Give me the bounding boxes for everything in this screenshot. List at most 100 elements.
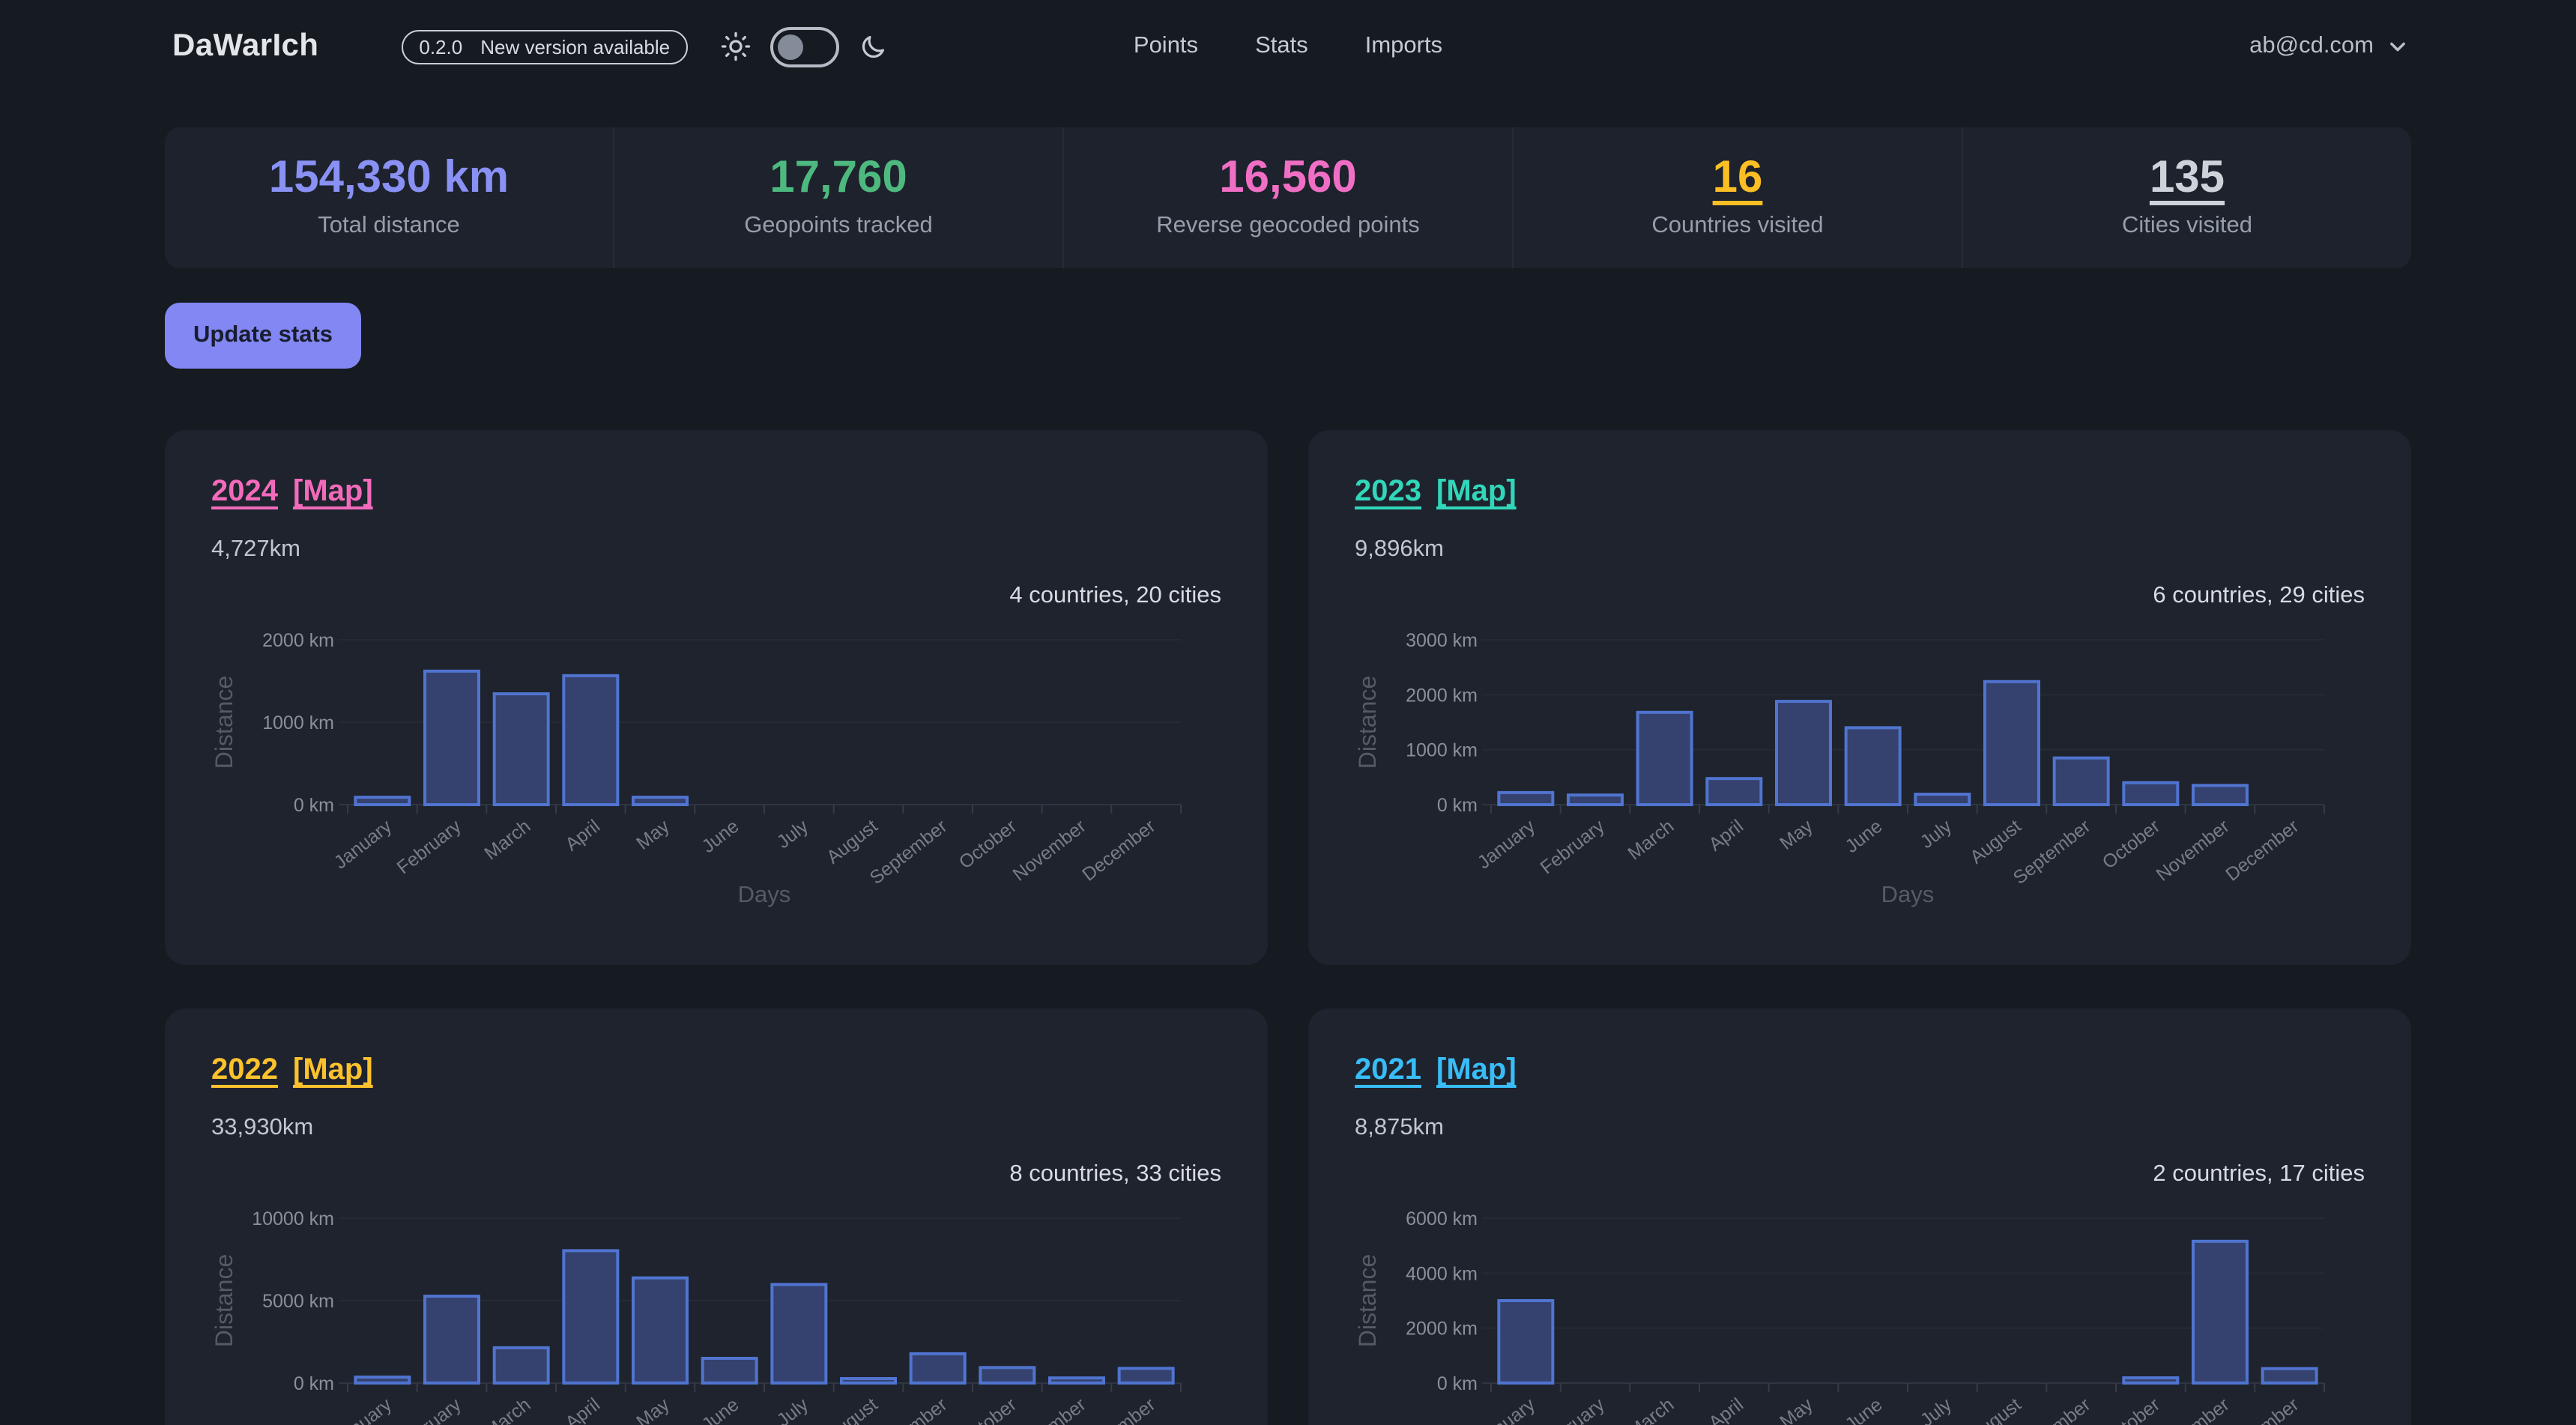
svg-text:Distance: Distance [1354, 1254, 1381, 1348]
stat-cities: 135 Cities visited [1962, 127, 2411, 268]
monthly-distance-chart-2022: 0 km 5000 km 10000 km JanuaryFebruary March A… [165, 1184, 1241, 1425]
year-link-2023[interactable]: 2023 [1355, 475, 1421, 509]
svg-text:Distance: Distance [1354, 676, 1381, 769]
year-cards-grid: 2024 [Map] 4,727km 4 countries, 20 citie… [165, 430, 2411, 1425]
svg-text:February: February [393, 1394, 465, 1425]
year-link-2024[interactable]: 2024 [211, 475, 278, 509]
svg-text:February: February [1537, 815, 1609, 878]
svg-text:March: March [480, 1394, 534, 1425]
svg-text:6000 km: 6000 km [1406, 1208, 1478, 1229]
account-menu[interactable]: ab@cd.com [2249, 33, 2408, 60]
svg-text:August: August [823, 1394, 882, 1425]
year-card-2022: 2022 [Map] 33,930km 8 countries, 33 citi… [165, 1008, 1268, 1425]
svg-text:Days: Days [738, 881, 791, 907]
year-card-2023: 2023 [Map] 9,896km 6 countries, 29 citie… [1308, 430, 2411, 965]
svg-text:October: October [2099, 1394, 2164, 1425]
svg-text:4000 km: 4000 km [1406, 1263, 1478, 1284]
nav-imports[interactable]: Imports [1365, 33, 1442, 60]
svg-text:0 km: 0 km [294, 1373, 334, 1394]
year-link-2022[interactable]: 2022 [211, 1053, 278, 1088]
svg-text:2000 km: 2000 km [1406, 685, 1478, 706]
svg-text:2000 km: 2000 km [262, 630, 334, 651]
svg-text:Days: Days [1881, 881, 1935, 907]
year-card-2024: 2024 [Map] 4,727km 4 countries, 20 citie… [165, 430, 1268, 965]
svg-text:March: March [1624, 816, 1678, 865]
theme-toggle[interactable] [770, 26, 839, 67]
svg-text:June: June [698, 1394, 743, 1425]
year-card-2021: 2021 [Map] 8,875km 2 countries, 17 citie… [1308, 1008, 2411, 1425]
year-card-title: 2023 [Map] [1355, 475, 1517, 509]
svg-text:August: August [1966, 816, 2025, 868]
year-card-title: 2021 [Map] [1355, 1053, 1517, 1088]
stat-countries-link[interactable]: 16 [1713, 156, 1763, 201]
nav-stats[interactable]: Stats [1255, 33, 1308, 60]
year-card-title: 2022 [Map] [211, 1053, 373, 1088]
top-bar: DaWarIch 0.2.0 New version available [0, 0, 2576, 93]
stat-geopoints: 17,760 Geopoints tracked [613, 127, 1062, 268]
chevron-down-icon [2387, 36, 2408, 57]
svg-text:Distance: Distance [211, 676, 238, 769]
stat-cities-link[interactable]: 135 [2150, 156, 2225, 201]
map-link-2023[interactable]: [Map] [1436, 475, 1517, 509]
monthly-distance-chart-2024: 0 km1000 km2000 kmJanuaryFebruaryMarchAp… [165, 605, 1241, 965]
stat-cities-label: Cities visited [2122, 213, 2252, 240]
svg-text:5000 km: 5000 km [262, 1291, 334, 1312]
svg-text:July: July [773, 1394, 813, 1425]
version-badge[interactable]: 0.2.0 New version available [401, 29, 688, 64]
account-email: ab@cd.com [2249, 33, 2374, 60]
svg-text:August: August [823, 816, 882, 868]
svg-text:December: December [1078, 816, 1159, 886]
svg-text:0 km: 0 km [1437, 1373, 1478, 1394]
monthly-distance-chart-2023: 0 km1000 km2000 km3000 kmJanuaryFebruary… [1308, 605, 2384, 965]
year-distance: 33,930km [211, 1115, 313, 1142]
svg-text:May: May [632, 815, 674, 853]
version-number: 0.2.0 [419, 35, 462, 58]
stat-reverse-geocoded-label: Reverse geocoded points [1156, 213, 1420, 240]
svg-text:July: July [1917, 815, 1956, 853]
svg-text:January: January [330, 815, 396, 873]
stat-reverse-geocoded: 16,560 Reverse geocoded points [1062, 127, 1512, 268]
svg-text:April: April [1705, 816, 1747, 856]
svg-text:September: September [2010, 816, 2095, 889]
svg-text:1000 km: 1000 km [1406, 740, 1478, 761]
moon-icon [859, 32, 887, 61]
stat-geopoints-label: Geopoints tracked [744, 213, 933, 240]
svg-text:June: June [698, 816, 743, 857]
theme-switcher [721, 26, 887, 67]
svg-text:January: January [1474, 815, 1540, 873]
svg-text:November: November [1009, 1394, 1090, 1425]
stat-countries: 16 Countries visited [1512, 127, 1962, 268]
year-link-2021[interactable]: 2021 [1355, 1053, 1421, 1088]
stat-reverse-geocoded-value: 16,560 [1219, 156, 1357, 201]
svg-text:October: October [2099, 816, 2164, 874]
svg-text:January: January [330, 1394, 396, 1425]
svg-text:April: April [561, 816, 604, 856]
svg-text:10000 km: 10000 km [252, 1208, 334, 1229]
app-logo: DaWarIch [172, 28, 318, 64]
svg-text:November: November [1009, 816, 1090, 886]
update-stats-button[interactable]: Update stats [165, 303, 361, 369]
svg-text:December: December [2222, 816, 2303, 886]
svg-text:1000 km: 1000 km [262, 712, 334, 733]
map-link-2022[interactable]: [Map] [293, 1053, 373, 1088]
stat-total-distance-label: Total distance [318, 213, 460, 240]
theme-toggle-knob [778, 34, 803, 59]
svg-text:May: May [1776, 1394, 1817, 1425]
stat-total-distance: 154,330 km Total distance [165, 127, 613, 268]
year-distance: 4,727km [211, 536, 300, 563]
svg-text:December: December [1078, 1394, 1159, 1425]
svg-text:November: November [2153, 1394, 2234, 1425]
nav-points[interactable]: Points [1134, 33, 1198, 60]
svg-text:November: November [2153, 816, 2234, 886]
map-link-2024[interactable]: [Map] [293, 475, 373, 509]
svg-text:Distance: Distance [211, 1254, 238, 1348]
app-root: DaWarIch 0.2.0 New version available [0, 0, 2576, 1425]
svg-text:April: April [561, 1394, 604, 1425]
year-distance: 9,896km [1355, 536, 1444, 563]
map-link-2021[interactable]: [Map] [1436, 1053, 1517, 1088]
svg-text:September: September [866, 816, 952, 889]
stat-geopoints-value: 17,760 [770, 156, 907, 201]
svg-text:0 km: 0 km [294, 795, 334, 816]
main-nav: Points Stats Imports [1134, 33, 1442, 60]
svg-text:February: February [1537, 1394, 1609, 1425]
